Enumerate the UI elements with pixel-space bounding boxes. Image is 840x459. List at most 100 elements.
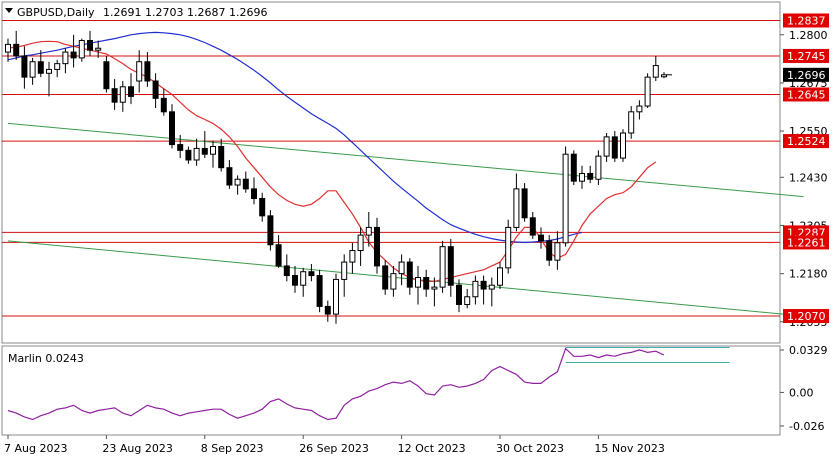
candle-body (611, 136, 618, 159)
candle (78, 38, 85, 62)
candle-body (226, 167, 233, 186)
candle-body (497, 267, 503, 286)
candle-body (423, 276, 430, 290)
candle-body (300, 271, 307, 286)
oscillator-axis-label: 0.00 (789, 386, 814, 399)
candle-body (193, 147, 200, 161)
candle-body (152, 80, 159, 99)
candle-body (78, 40, 85, 59)
candle-body (95, 47, 102, 51)
candle-body (259, 198, 266, 217)
candle-body (505, 226, 512, 269)
ohlc-readout: 1.2691 1.2703 1.2687 1.2696 (103, 6, 267, 19)
date-axis-label: 12 Oct 2023 (398, 442, 466, 455)
candle-body (54, 63, 61, 70)
trading-chart[interactable]: 1.28001.26751.25501.24301.23051.21801.20… (0, 0, 840, 459)
candle-body (275, 244, 282, 267)
symbol-title: GBPUSD,Daily (17, 6, 95, 19)
candle (103, 55, 110, 93)
date-axis-label: 26 Sep 2023 (299, 442, 369, 455)
candle-body (587, 172, 594, 180)
candle (644, 73, 651, 108)
candle-body (570, 153, 577, 182)
candle-body (488, 284, 495, 290)
candle (316, 269, 323, 313)
candle-body (390, 273, 397, 290)
candle-body (579, 172, 585, 182)
candle-body (382, 265, 389, 290)
candle (521, 183, 528, 222)
candle-body (37, 61, 44, 74)
candle-body (513, 188, 520, 228)
candle-body (111, 88, 118, 103)
candle-body (177, 144, 184, 151)
candle-body (562, 153, 569, 244)
candle-body (316, 275, 323, 307)
candle-body (398, 261, 405, 275)
candle-body (554, 242, 561, 261)
candle-body (13, 43, 20, 57)
candle-body (144, 61, 151, 82)
level-price-label: 1.2645 (787, 88, 826, 101)
date-axis-label: 8 Sep 2023 (201, 442, 264, 455)
candle-body (210, 145, 216, 155)
candle (570, 150, 577, 186)
candle-body (620, 132, 626, 159)
candle-body (472, 280, 479, 298)
candle-body (464, 296, 471, 305)
date-axis-label: 7 Aug 2023 (4, 442, 67, 455)
candle-body (267, 215, 274, 246)
candle-body (546, 240, 553, 261)
candle-body (128, 86, 134, 97)
candle-body (456, 284, 462, 305)
candle-body (644, 76, 651, 107)
candle-body (185, 149, 192, 161)
candle-body (603, 136, 610, 157)
date-axis-label: 30 Oct 2023 (496, 442, 564, 455)
level-price-label: 1.2524 (787, 135, 826, 148)
candle-body (374, 226, 380, 267)
candle-body (365, 226, 372, 236)
candle-body (333, 278, 339, 315)
candle (505, 219, 512, 274)
candle-body (431, 286, 438, 290)
candle (267, 210, 274, 251)
candle-body (439, 246, 446, 288)
candle-body (595, 155, 602, 180)
candle-body (169, 111, 175, 146)
level-price-label: 1.2261 (787, 236, 826, 249)
candle-body (652, 65, 659, 78)
candle-body (251, 188, 257, 200)
current-price-label: 1.2696 (787, 69, 826, 82)
candle-body (480, 280, 487, 290)
candle-body (242, 178, 249, 190)
candle-body (406, 261, 413, 288)
candle-body (87, 40, 93, 51)
candle-body (292, 275, 298, 286)
candle-body (283, 265, 290, 277)
candle (620, 129, 626, 162)
date-axis-label: 23 Aug 2023 (102, 442, 172, 455)
candle-body (5, 43, 11, 53)
price-axis-label: 1.2800 (789, 29, 828, 42)
candle-body (234, 178, 241, 186)
candle-body (538, 234, 544, 242)
candle-body (218, 145, 225, 169)
candle-body (628, 111, 635, 134)
candle-body (415, 276, 421, 288)
candle-body (70, 51, 77, 59)
candle-body (21, 55, 28, 78)
price-axis-label: 1.2430 (789, 171, 828, 184)
candle-body (160, 97, 167, 113)
candle-body (201, 147, 208, 155)
candle-body (447, 246, 454, 286)
candle-body (324, 305, 331, 315)
candle-body (119, 86, 126, 103)
candle-body (29, 61, 36, 78)
chart-background (0, 0, 840, 459)
level-price-label: 1.2070 (787, 310, 826, 323)
date-axis-label: 15 Nov 2023 (594, 442, 664, 455)
candle-body (636, 105, 643, 113)
candle (562, 146, 569, 247)
candle-body (349, 250, 356, 263)
